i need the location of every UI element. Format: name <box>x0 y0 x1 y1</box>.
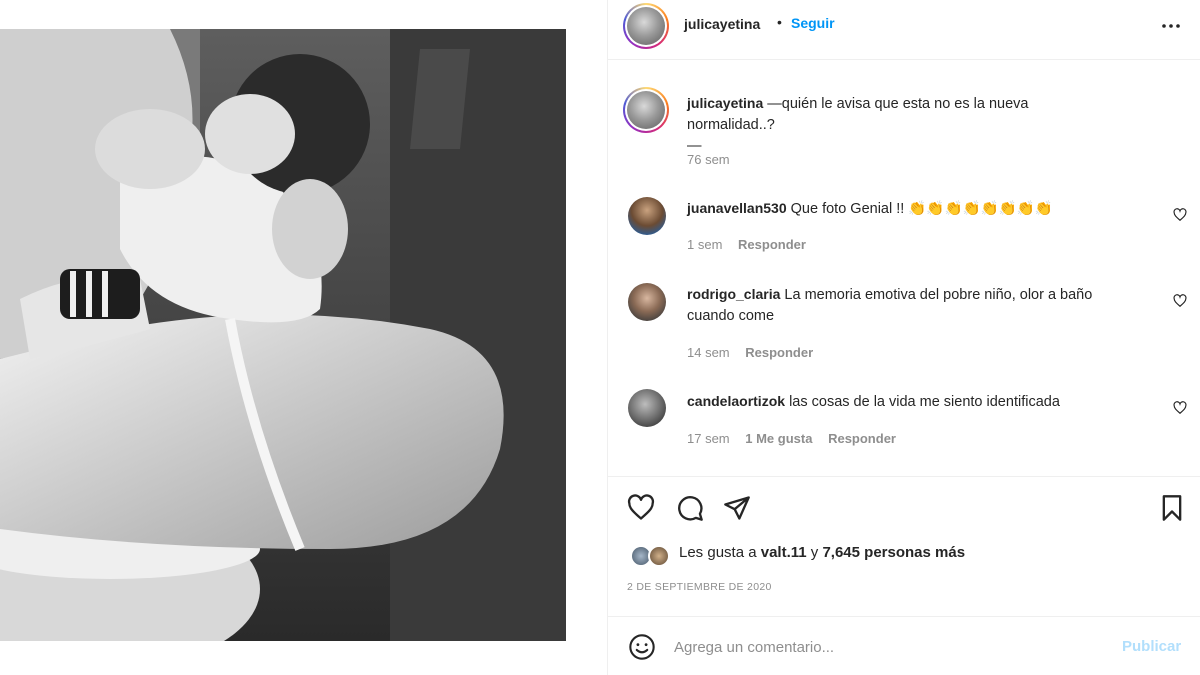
comment-time[interactable]: 1 sem <box>687 237 722 252</box>
comments-list: julicayetina —quién le avisa que esta no… <box>608 61 1200 476</box>
comment-reply-button[interactable]: Responder <box>738 237 806 252</box>
photo-illustration <box>0 29 566 641</box>
commenter-avatar[interactable] <box>628 283 666 321</box>
comment-meta: 1 sem Responder <box>687 237 806 252</box>
commenter-avatar[interactable] <box>628 197 666 235</box>
likes-user[interactable]: valt.11 <box>761 544 807 561</box>
follow-button[interactable]: Seguir <box>791 15 835 31</box>
post-details-panel: julicayetina • Seguir julicayetina —quié… <box>607 0 1200 675</box>
likes-count[interactable]: 7,645 personas más <box>822 544 965 561</box>
comment-text: las cosas de la vida me siento identific… <box>789 394 1060 410</box>
comment-like-heart-icon[interactable] <box>1173 401 1187 415</box>
comment-username[interactable]: rodrigo_claria <box>687 286 780 302</box>
comment-reply-button[interactable]: Responder <box>828 431 896 446</box>
likes-middle: y <box>806 544 823 561</box>
heart-icon[interactable] <box>627 494 655 522</box>
comment-item: candelaortizok las cosas de la vida me s… <box>687 391 1147 413</box>
post-date[interactable]: 2 de septiembre de 2020 <box>627 581 772 593</box>
caption: julicayetina —quién le avisa que esta no… <box>687 93 1107 157</box>
comment-time[interactable]: 17 sem <box>687 431 730 446</box>
caption-username[interactable]: julicayetina <box>687 95 763 111</box>
comment-text-line2: cuando come <box>687 308 775 324</box>
send-icon[interactable] <box>723 494 751 522</box>
comment-item: rodrigo_claria La memoria emotiva del po… <box>687 284 1157 327</box>
comment-reply-button[interactable]: Responder <box>745 345 813 360</box>
comment-item: juanavellan530 Que foto Genial !! 👏👏👏👏👏👏… <box>687 198 1147 220</box>
comment-time[interactable]: 14 sem <box>687 345 730 360</box>
caption-time[interactable]: 76 sem <box>687 152 730 167</box>
separator-dot: • <box>777 14 782 30</box>
post-actions: Les gusta a valt.11 y 7,645 personas más… <box>608 476 1200 616</box>
author-avatar[interactable] <box>623 3 669 49</box>
more-horizontal-icon[interactable] <box>1159 14 1183 38</box>
commenter-avatar[interactable] <box>628 389 666 427</box>
comment-meta: 14 sem Responder <box>687 345 813 360</box>
publish-button[interactable]: Publicar <box>1122 638 1181 655</box>
author-username[interactable]: julicayetina <box>684 16 760 32</box>
post-header: julicayetina • Seguir <box>608 0 1200 60</box>
comment-username[interactable]: juanavellan530 <box>687 200 787 216</box>
likes-summary: Les gusta a valt.11 y 7,645 personas más <box>679 544 965 561</box>
liker-avatar <box>648 545 670 567</box>
add-comment-bar: Publicar <box>608 616 1200 675</box>
caption-meta: 76 sem <box>687 152 730 167</box>
comment-likes-count[interactable]: 1 Me gusta <box>745 431 812 446</box>
comment-like-heart-icon[interactable] <box>1173 208 1187 222</box>
post-media-area <box>0 0 607 675</box>
likes-prefix: Les gusta a <box>679 544 761 561</box>
smiley-icon[interactable] <box>628 633 656 661</box>
bookmark-icon[interactable] <box>1158 494 1186 522</box>
comment-meta: 17 sem 1 Me gusta Responder <box>687 431 896 446</box>
comment-username[interactable]: candelaortizok <box>687 393 785 409</box>
post-photo[interactable] <box>0 29 566 641</box>
comment-text: Que foto Genial !! 👏👏👏👏👏👏👏👏 <box>790 201 1053 217</box>
comment-input[interactable] <box>674 635 1104 659</box>
comment-icon[interactable] <box>676 494 704 522</box>
caption-author-avatar[interactable] <box>623 87 669 133</box>
comment-like-heart-icon[interactable] <box>1173 294 1187 308</box>
comment-text: La memoria emotiva del pobre niño, olor … <box>784 287 1093 303</box>
likers-avatars[interactable] <box>630 545 674 569</box>
